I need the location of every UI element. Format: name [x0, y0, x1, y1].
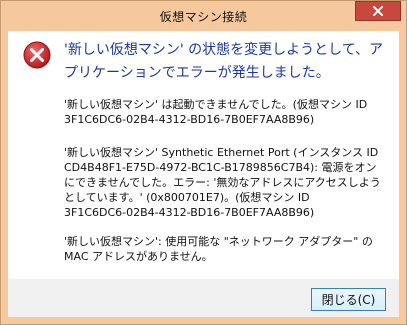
close-icon: [373, 6, 383, 16]
error-headline: '新しい仮想マシン' の状態を変更しようとして、アプリケーションでエラーが発生し…: [64, 42, 384, 81]
dialog-window: 仮想マシン接続 '新しい仮想マシン' の状態を変更しようとして、アプリケーション…: [0, 0, 407, 325]
error-detail-3: '新しい仮想マシン': 使用可能な "ネットワーク アダプター" の MAC ア…: [64, 235, 373, 263]
window-title: 仮想マシン接続: [159, 10, 248, 24]
dialog-footer: 閉じる(C): [8, 279, 399, 317]
error-detail-2: '新しい仮想マシン' Synthetic Ethernet Port (インスタ…: [64, 146, 381, 219]
error-detail-1: '新しい仮想マシン' は起動できませんでした。(仮想マシン ID 3F1C6DC…: [64, 98, 368, 126]
title-bar[interactable]: 仮想マシン接続: [1, 1, 406, 32]
window-close-button[interactable]: [355, 1, 401, 21]
dialog-content: '新しい仮想マシン' の状態を変更しようとして、アプリケーションでエラーが発生し…: [8, 31, 399, 279]
close-button[interactable]: 閉じる(C): [311, 288, 386, 311]
error-icon: [23, 41, 51, 69]
